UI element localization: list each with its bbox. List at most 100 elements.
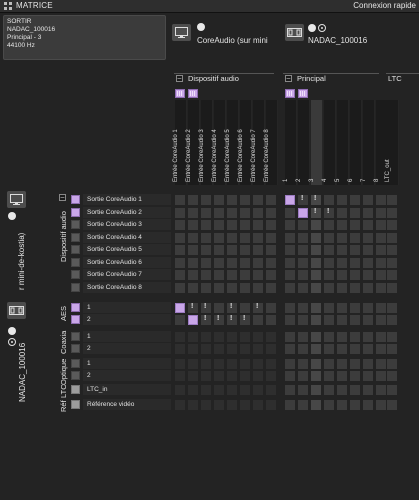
matrix-cell[interactable] — [387, 283, 397, 293]
row-select-toggle[interactable] — [71, 220, 80, 229]
matrix-cell[interactable] — [387, 371, 397, 381]
matrix-cell[interactable] — [376, 359, 386, 369]
matrix-cell[interactable] — [311, 220, 321, 230]
matrix-cell[interactable] — [337, 332, 347, 342]
column-header[interactable]: 3 — [309, 100, 323, 185]
matrix-cell[interactable] — [214, 283, 224, 293]
matrix-cell[interactable] — [376, 400, 386, 410]
matrix-cell[interactable] — [227, 195, 237, 205]
matrix-cell[interactable] — [188, 258, 198, 268]
matrix-cell[interactable] — [324, 400, 334, 410]
matrix-cell[interactable] — [175, 220, 185, 230]
matrix-cell[interactable] — [266, 344, 276, 354]
column-selected-indicator[interactable] — [298, 89, 308, 98]
matrix-cell[interactable] — [350, 385, 360, 395]
matrix-cell[interactable] — [227, 258, 237, 268]
matrix-cell[interactable] — [266, 332, 276, 342]
matrix-cell[interactable] — [298, 208, 308, 218]
matrix-cell[interactable] — [298, 371, 308, 381]
matrix-cell[interactable] — [188, 270, 198, 280]
matrix-cell[interactable] — [285, 344, 295, 354]
column-header[interactable]: 1 — [283, 100, 297, 185]
matrix-cell[interactable] — [253, 385, 263, 395]
matrix-cell[interactable] — [175, 303, 185, 313]
matrix-cell[interactable] — [285, 303, 295, 313]
row-select-toggle[interactable] — [71, 315, 80, 324]
matrix-cell[interactable] — [188, 195, 198, 205]
matrix-cell[interactable] — [253, 258, 263, 268]
matrix-cell[interactable] — [240, 258, 250, 268]
matrix-cell[interactable] — [188, 233, 198, 243]
matrix-cell[interactable] — [253, 315, 263, 325]
matrix-cell[interactable] — [350, 344, 360, 354]
matrix-cell[interactable] — [240, 359, 250, 369]
matrix-cell[interactable] — [337, 195, 347, 205]
matrix-cell[interactable] — [350, 208, 360, 218]
matrix-cell[interactable] — [266, 233, 276, 243]
matrix-cell[interactable] — [363, 371, 373, 381]
matrix-cell[interactable] — [285, 371, 295, 381]
column-header[interactable]: 2 — [296, 100, 310, 185]
collapse-button[interactable]: – — [176, 75, 183, 82]
matrix-cell[interactable] — [363, 315, 373, 325]
matrix-cell[interactable] — [324, 283, 334, 293]
matrix-cell[interactable] — [253, 400, 263, 410]
matrix-cell[interactable] — [201, 220, 211, 230]
device-status-dot[interactable] — [8, 212, 16, 220]
matrix-cell[interactable] — [350, 245, 360, 255]
matrix-cell[interactable] — [201, 371, 211, 381]
matrix-cell[interactable] — [227, 359, 237, 369]
matrix-cell[interactable]: ! — [240, 315, 250, 325]
matrix-cell[interactable] — [253, 359, 263, 369]
matrix-cell[interactable] — [387, 400, 397, 410]
matrix-cell[interactable] — [240, 332, 250, 342]
row-header[interactable]: 2 — [83, 370, 171, 381]
matrix-cell[interactable] — [324, 385, 334, 395]
coreaudio-device-tab[interactable] — [7, 191, 26, 208]
matrix-cell[interactable] — [387, 258, 397, 268]
matrix-cell[interactable] — [175, 385, 185, 395]
matrix-cell[interactable] — [188, 245, 198, 255]
column-selected-indicator[interactable] — [188, 89, 198, 98]
matrix-cell[interactable] — [201, 258, 211, 268]
matrix-cell[interactable] — [376, 208, 386, 218]
matrix-cell[interactable] — [337, 344, 347, 354]
matrix-cell[interactable] — [298, 245, 308, 255]
matrix-cell[interactable]: ! — [311, 195, 321, 205]
matrix-cell[interactable] — [285, 258, 295, 268]
matrix-cell[interactable] — [387, 270, 397, 280]
matrix-cell[interactable] — [214, 208, 224, 218]
coreaudio-device-tab[interactable] — [172, 24, 191, 41]
matrix-cell[interactable] — [387, 315, 397, 325]
matrix-cell[interactable] — [376, 283, 386, 293]
row-header[interactable]: Sortie CoreAudio 6 — [83, 257, 171, 268]
row-select-toggle[interactable] — [71, 208, 80, 217]
matrix-cell[interactable] — [227, 332, 237, 342]
row-header[interactable]: 1 — [83, 331, 171, 342]
matrix-cell[interactable] — [298, 344, 308, 354]
matrix-cell[interactable]: ! — [227, 303, 237, 313]
matrix-cell[interactable] — [285, 315, 295, 325]
matrix-cell[interactable] — [363, 195, 373, 205]
matrix-cell[interactable] — [214, 245, 224, 255]
matrix-cell[interactable] — [227, 344, 237, 354]
row-header[interactable]: Sortie CoreAudio 2 — [83, 207, 171, 218]
collapse-button[interactable]: – — [59, 194, 66, 201]
column-header[interactable]: 7 — [361, 100, 375, 185]
row-header[interactable]: 2 — [83, 314, 171, 325]
matrix-cell[interactable] — [311, 371, 321, 381]
matrix-cell[interactable] — [324, 344, 334, 354]
quick-connect-button[interactable]: Connexion rapide — [353, 1, 416, 10]
matrix-cell[interactable] — [266, 385, 276, 395]
row-select-toggle[interactable] — [71, 371, 80, 380]
matrix-cell[interactable] — [363, 400, 373, 410]
matrix-cell[interactable] — [175, 332, 185, 342]
matrix-cell[interactable] — [298, 315, 308, 325]
matrix-cell[interactable] — [266, 400, 276, 410]
matrix-cell[interactable] — [350, 303, 360, 313]
matrix-cell[interactable] — [285, 359, 295, 369]
matrix-cell[interactable] — [175, 283, 185, 293]
matrix-cell[interactable] — [350, 400, 360, 410]
matrix-cell[interactable] — [387, 195, 397, 205]
matrix-cell[interactable]: ! — [227, 315, 237, 325]
